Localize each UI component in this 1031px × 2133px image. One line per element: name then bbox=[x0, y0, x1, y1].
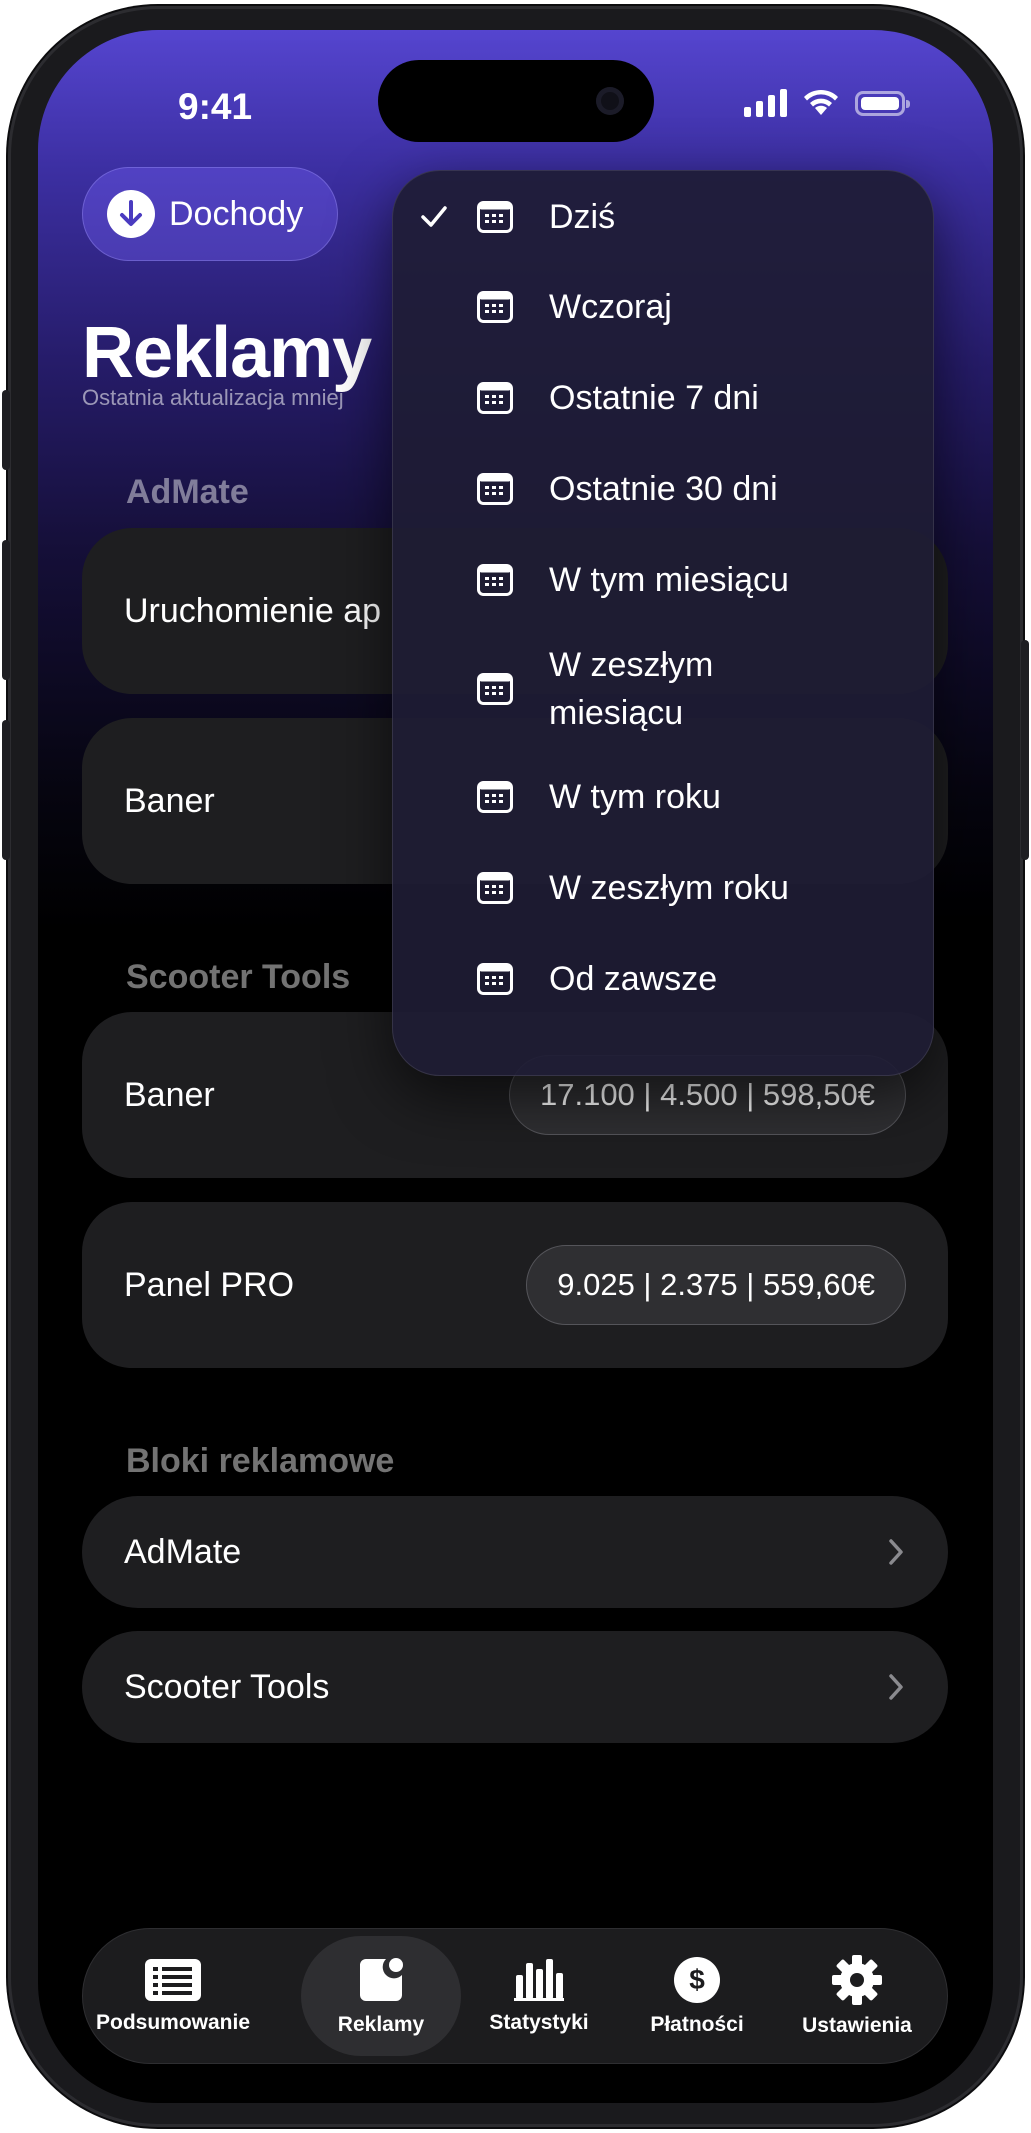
menu-item-all-time[interactable]: Od zawsze bbox=[393, 955, 933, 1003]
menu-item-this-month[interactable]: W tym miesiącu bbox=[393, 556, 933, 604]
volume-down-button bbox=[2, 720, 10, 860]
calendar-icon bbox=[477, 963, 513, 995]
menu-item-label: Ostatnie 7 dni bbox=[549, 379, 759, 417]
menu-item-today[interactable]: Dziś bbox=[393, 193, 933, 241]
menu-item-label: Dziś bbox=[549, 198, 616, 236]
cellular-signal-icon bbox=[744, 89, 787, 117]
menu-item-yesterday[interactable]: Wczoraj bbox=[393, 283, 933, 331]
menu-item-last-7-days[interactable]: Ostatnie 7 dni bbox=[393, 374, 933, 422]
status-icons bbox=[744, 88, 910, 118]
tab-statistics[interactable]: Statystyki bbox=[459, 1929, 619, 2063]
menu-item-label: W tym roku bbox=[549, 778, 721, 816]
income-button-label: Dochody bbox=[169, 194, 304, 233]
dollar-circle-icon: $ bbox=[674, 1957, 720, 2003]
checkmark-icon bbox=[421, 206, 447, 227]
calendar-icon bbox=[477, 291, 513, 323]
action-button bbox=[2, 390, 10, 470]
camera-icon bbox=[596, 87, 624, 115]
ad-row-label: Baner bbox=[124, 1075, 215, 1114]
calendar-icon bbox=[477, 781, 513, 813]
calendar-icon bbox=[477, 673, 513, 705]
page-subtitle: Ostatnia aktualizacja mniej bbox=[82, 385, 344, 410]
menu-item-last-month[interactable]: W zeszłym miesiącu bbox=[393, 641, 933, 737]
tab-settings[interactable]: Ustawienia bbox=[777, 1929, 937, 2063]
section-heading-admate: AdMate bbox=[126, 473, 249, 511]
ad-row[interactable]: Panel PRO 9.025 | 2.375 | 559,60€ bbox=[82, 1202, 948, 1368]
tab-payments[interactable]: $ Płatności bbox=[617, 1929, 777, 2063]
svg-text:$: $ bbox=[689, 1964, 705, 1995]
tab-summary[interactable]: Podsumowanie bbox=[89, 1929, 257, 2063]
menu-item-last-year[interactable]: W zeszłym roku bbox=[393, 864, 933, 912]
menu-item-label: W zeszłym roku bbox=[549, 869, 789, 907]
ad-row-label: Baner bbox=[124, 781, 215, 820]
arrow-down-circle-icon bbox=[107, 190, 155, 238]
ad-row-label: Uruchomienie ap bbox=[124, 591, 382, 630]
menu-item-label: Od zawsze bbox=[549, 960, 718, 998]
menu-item-label: Wczoraj bbox=[549, 288, 672, 326]
status-time: 9:41 bbox=[178, 86, 253, 127]
list-icon bbox=[145, 1959, 201, 2001]
date-range-menu: Dziś Wczoraj Ostatnie 7 dni Ostatnie 30 … bbox=[392, 170, 934, 1076]
calendar-icon bbox=[477, 564, 513, 596]
ad-block-row-admate[interactable]: AdMate bbox=[82, 1496, 948, 1608]
tab-label: Reklamy bbox=[337, 2013, 425, 2036]
section-heading-ad-blocks: Bloki reklamowe bbox=[126, 1442, 395, 1480]
tab-label: Podsumowanie bbox=[95, 2011, 251, 2034]
battery-icon bbox=[855, 90, 910, 116]
section-heading-scooter-tools: Scooter Tools bbox=[126, 958, 351, 996]
calendar-icon bbox=[477, 473, 513, 505]
volume-up-button bbox=[2, 540, 10, 680]
power-button bbox=[1021, 640, 1029, 860]
tab-bar: Podsumowanie Reklamy Statystyki $ Płatno… bbox=[82, 1928, 948, 2064]
menu-item-last-30-days[interactable]: Ostatnie 30 dni bbox=[393, 465, 933, 513]
chevron-right-icon bbox=[889, 1539, 903, 1565]
calendar-icon bbox=[477, 201, 513, 233]
stats-pill[interactable]: 9.025 | 2.375 | 559,60€ bbox=[526, 1245, 906, 1325]
ad-block-label: AdMate bbox=[124, 1532, 242, 1571]
bar-chart-icon bbox=[514, 1959, 564, 2001]
tab-label: Płatności bbox=[650, 2013, 744, 2036]
page-title: Reklamy bbox=[82, 313, 372, 393]
calendar-icon bbox=[477, 382, 513, 414]
chevron-right-icon bbox=[889, 1674, 903, 1700]
ad-block-row-scooter-tools[interactable]: Scooter Tools bbox=[82, 1631, 948, 1743]
gear-icon bbox=[832, 1955, 882, 2005]
menu-item-label: W tym miesiącu bbox=[549, 561, 789, 599]
tab-ads[interactable]: Reklamy bbox=[301, 1936, 461, 2056]
app-badge-icon bbox=[360, 1958, 403, 2001]
menu-item-label: Ostatnie 30 dni bbox=[549, 470, 778, 508]
menu-item-label: W zeszłym miesiącu bbox=[549, 646, 714, 732]
dynamic-island bbox=[378, 60, 654, 142]
menu-item-this-year[interactable]: W tym roku bbox=[393, 773, 933, 821]
ad-row-label: Panel PRO bbox=[124, 1265, 295, 1304]
tab-label: Ustawienia bbox=[802, 2014, 912, 2037]
income-button[interactable]: Dochody bbox=[82, 167, 338, 261]
wifi-icon bbox=[804, 89, 838, 115]
screen: 9:41 Dochody Reklamy Ostatnia aktualizac… bbox=[38, 30, 993, 2103]
tab-label: Statystyki bbox=[489, 2011, 589, 2034]
ad-block-label: Scooter Tools bbox=[124, 1667, 330, 1706]
calendar-icon bbox=[477, 872, 513, 904]
